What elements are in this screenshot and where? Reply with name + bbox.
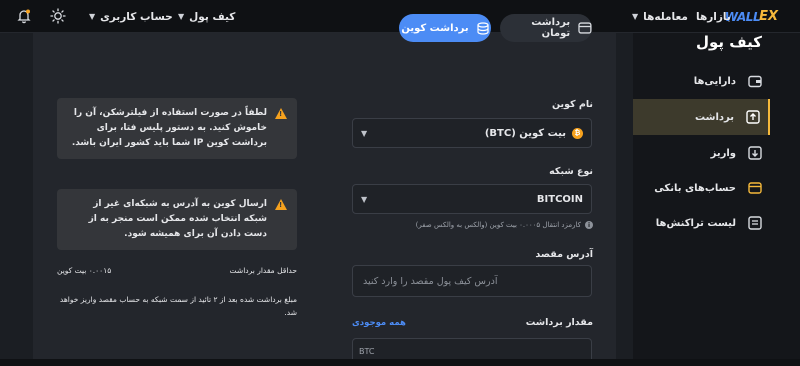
- chevron-down-icon: ▼: [361, 128, 368, 138]
- sidebar-title: کیف پول: [696, 33, 762, 51]
- nav-wallet[interactable]: کیف پول ▼: [178, 0, 235, 33]
- chevron-down-icon: ▼: [89, 12, 96, 21]
- sidebar-item-deposit[interactable]: واریز: [633, 135, 770, 171]
- withdraw-note: مبلغ برداشت شده بعد از ۲ تائید از سمت شب…: [59, 295, 297, 317]
- tab-coin-label: برداشت کوین: [401, 22, 469, 34]
- minimum-withdraw-row: حداقل مقدار برداشت ۰.۰۰۱۵ بیت کوین: [57, 266, 297, 275]
- info-icon: i: [585, 221, 593, 229]
- warning-vpn: ! لطفاً در صورت استفاده از فیلترشکن، آن …: [57, 98, 297, 159]
- tab-coin-withdraw[interactable]: برداشت کوین: [399, 14, 491, 42]
- nav-wallet-label: کیف پول: [189, 10, 236, 23]
- all-balance-link[interactable]: همه موجودی: [352, 318, 406, 328]
- tab-toman-withdraw[interactable]: برداشت تومان: [500, 14, 592, 42]
- fee-note-text: کارمزد انتقال ۰.۰۰۰۵ بیت کوین (والکس به …: [415, 221, 581, 229]
- network-select[interactable]: ▼ BITCOIN: [352, 184, 592, 214]
- amount-label: مقدار برداشت: [525, 317, 593, 328]
- address-placeholder: آدرس کیف پول مقصد را وارد کنید: [363, 275, 498, 287]
- chevron-down-icon: ▼: [361, 194, 368, 204]
- address-input[interactable]: آدرس کیف پول مقصد را وارد کنید: [352, 265, 592, 297]
- card-icon: [578, 22, 592, 34]
- nav-markets[interactable]: بازارها: [696, 0, 731, 33]
- network-label: نوع شبکه: [549, 166, 593, 177]
- warning-network-text: ارسال کوین به آدرس به شبکه‌ای غیر از شبک…: [88, 199, 267, 239]
- coins-icon: [477, 21, 489, 35]
- network-select-value: BITCOIN: [536, 193, 583, 205]
- card-icon: [748, 182, 762, 194]
- nav-account-label: حساب کاربری: [100, 10, 173, 23]
- warning-icon: !: [275, 199, 287, 210]
- sidebar-item-label: لیست تراکنش‌ها: [655, 217, 736, 229]
- sidebar-item-assets[interactable]: دارایی‌ها: [633, 63, 770, 99]
- warning-vpn-text: لطفاً در صورت استفاده از فیلترشکن، آن را…: [71, 108, 267, 148]
- sidebar-item-withdraw[interactable]: برداشت: [633, 99, 770, 135]
- sidebar-item-transactions[interactable]: لیست تراکنش‌ها: [633, 205, 770, 241]
- upload-icon: [746, 110, 760, 124]
- address-label: آدرس مقصد: [535, 249, 593, 260]
- sidebar-item-label: برداشت: [695, 111, 734, 123]
- nav-trades-label: معامله‌ها: [643, 10, 688, 23]
- sidebar-item-label: دارایی‌ها: [693, 75, 736, 87]
- list-icon: [748, 216, 762, 230]
- warning-network: ! ارسال کوین به آدرس به شبکه‌ای غیر از ش…: [57, 189, 297, 250]
- coin-select[interactable]: ▼ ₿ بیت کوین (BTC): [352, 118, 592, 148]
- minimum-value: ۰.۰۰۱۵ بیت کوین: [57, 266, 112, 275]
- sidebar-item-label: واریز: [710, 147, 736, 159]
- logo-mark: EX: [759, 9, 778, 24]
- fee-note: i کارمزد انتقال ۰.۰۰۰۵ بیت کوین (والکس ب…: [416, 221, 593, 229]
- amount-unit: BTC: [359, 347, 375, 356]
- nav-trades[interactable]: معامله‌ها ▼: [632, 0, 688, 33]
- sidebar: کیف پول دارایی‌ها برداشت واریز حساب‌های …: [633, 33, 800, 366]
- coin-select-value: بیت کوین (BTC): [484, 127, 566, 139]
- bottom-bar: [0, 359, 800, 366]
- nav-markets-label: بازارها: [696, 10, 731, 23]
- logo[interactable]: WALL EX: [725, 9, 778, 24]
- sidebar-item-bank-accounts[interactable]: حساب‌های بانکی: [633, 170, 770, 206]
- bitcoin-icon: ₿: [572, 127, 583, 139]
- chevron-down-icon: ▼: [178, 12, 185, 21]
- warning-icon: !: [275, 108, 287, 119]
- coin-name-label: نام کوین: [551, 99, 593, 110]
- wallet-icon: [748, 75, 762, 88]
- minimum-label: حداقل مقدار برداشت: [229, 266, 297, 275]
- sidebar-item-label: حساب‌های بانکی: [654, 182, 736, 194]
- sun-icon[interactable]: [50, 8, 66, 24]
- nav-account[interactable]: حساب کاربری ▼: [89, 0, 173, 33]
- bell-icon[interactable]: [16, 8, 32, 24]
- download-icon: [748, 146, 762, 160]
- chevron-down-icon: ▼: [632, 12, 639, 21]
- tab-toman-label: برداشت تومان: [531, 17, 571, 39]
